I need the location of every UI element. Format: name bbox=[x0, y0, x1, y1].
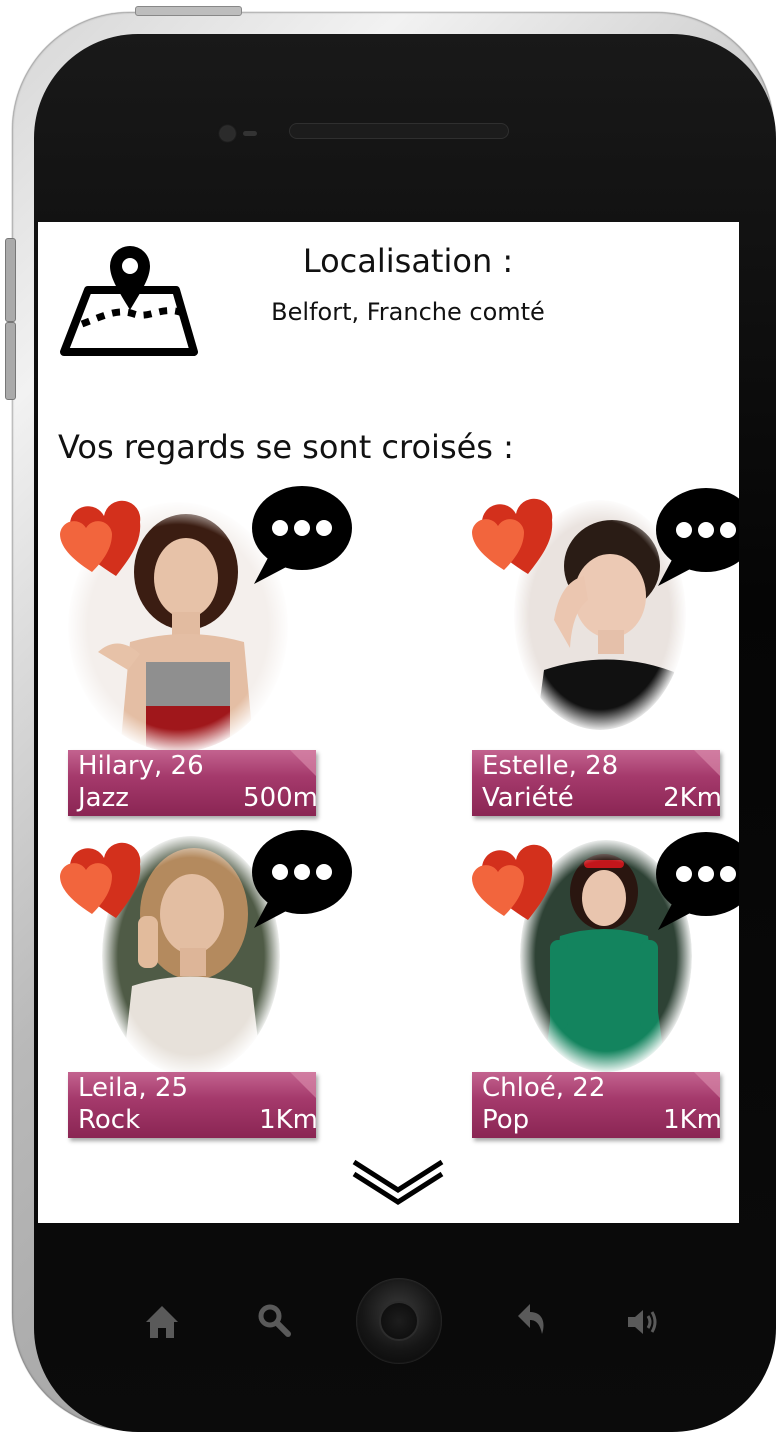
chat-bubble-icon[interactable] bbox=[242, 828, 352, 933]
profile-badge: Leila, 25 Rock 1Km bbox=[68, 1072, 318, 1138]
profile-name: Leila, 25 bbox=[78, 1073, 189, 1103]
profile-badge: Chloé, 22 Pop 1Km bbox=[472, 1072, 722, 1138]
hearts-icon[interactable] bbox=[470, 498, 570, 578]
app-screen: Localisation : Belfort, Franche comté Vo… bbox=[38, 222, 739, 1223]
profile-card[interactable]: Leila, 25 Rock 1Km bbox=[58, 828, 388, 1168]
front-camera bbox=[220, 126, 235, 141]
home-icon[interactable] bbox=[142, 1302, 182, 1342]
volume-icon[interactable] bbox=[624, 1302, 664, 1342]
earpiece-speaker bbox=[290, 124, 508, 138]
chat-bubble-icon[interactable] bbox=[242, 484, 352, 589]
map-pin-icon[interactable] bbox=[58, 232, 200, 356]
section-title: Vos regards se sont croisés : bbox=[58, 428, 514, 466]
volume-down-button bbox=[5, 322, 16, 400]
profile-distance: 1Km bbox=[259, 1105, 318, 1135]
profile-distance: 1Km bbox=[663, 1105, 722, 1135]
profile-genre: Rock bbox=[78, 1105, 141, 1135]
profile-genre: Pop bbox=[482, 1105, 530, 1135]
profile-distance: 500m bbox=[243, 783, 318, 813]
profile-badge: Estelle, 28 Variété 2Km bbox=[472, 750, 722, 816]
location-value: Belfort, Franche comté bbox=[271, 298, 545, 326]
location-title: Localisation : bbox=[302, 242, 514, 280]
home-button[interactable] bbox=[356, 1278, 442, 1364]
profile-name: Chloé, 22 bbox=[482, 1073, 606, 1103]
chat-bubble-icon[interactable] bbox=[646, 830, 739, 935]
profile-card[interactable]: Chloé, 22 Pop 1Km bbox=[470, 830, 739, 1170]
profile-distance: 2Km bbox=[663, 783, 722, 813]
power-button bbox=[135, 6, 242, 16]
hearts-icon[interactable] bbox=[58, 500, 158, 580]
profile-card[interactable]: Estelle, 28 Variété 2Km bbox=[470, 486, 739, 826]
search-icon[interactable] bbox=[254, 1300, 294, 1340]
chevron-down-icon[interactable] bbox=[350, 1156, 446, 1208]
profile-name: Estelle, 28 bbox=[482, 751, 619, 781]
chat-bubble-icon[interactable] bbox=[646, 486, 739, 591]
sensor bbox=[243, 131, 257, 136]
hearts-icon[interactable] bbox=[470, 844, 570, 924]
back-icon[interactable] bbox=[512, 1300, 552, 1340]
profile-name: Hilary, 26 bbox=[78, 751, 204, 781]
profile-genre: Variété bbox=[482, 783, 574, 813]
profile-card[interactable]: Hilary, 26 Jazz 500m bbox=[58, 484, 388, 824]
hearts-icon[interactable] bbox=[58, 842, 158, 922]
profile-genre: Jazz bbox=[78, 783, 129, 813]
volume-up-button bbox=[5, 238, 16, 322]
profile-badge: Hilary, 26 Jazz 500m bbox=[68, 750, 318, 816]
